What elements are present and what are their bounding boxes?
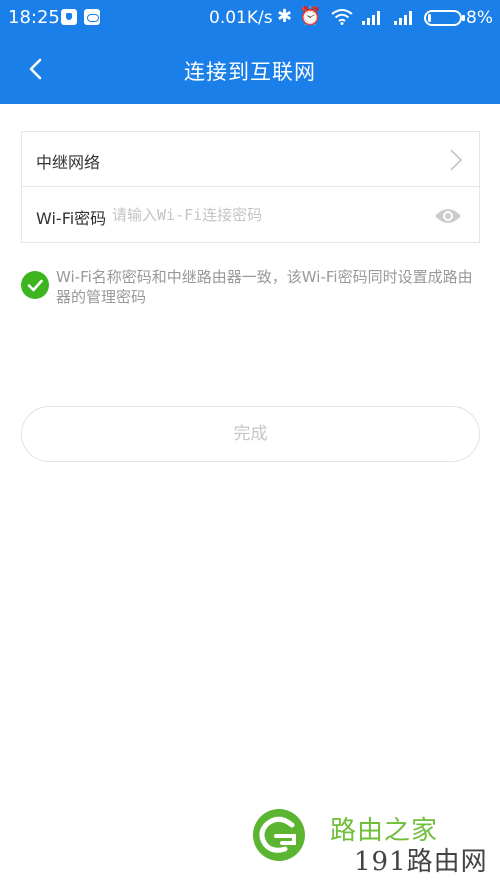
status-time: 18:25	[8, 7, 60, 28]
done-button[interactable]: 完成	[21, 406, 480, 462]
checkmark-icon	[27, 279, 43, 292]
shield-app-icon	[61, 9, 77, 25]
sync-password-note: Wi-Fi名称密码和中继路由器一致，该Wi-Fi密码同时设置成路由器的管理密码	[56, 268, 473, 306]
sync-password-checkbox[interactable]	[21, 271, 49, 299]
app-header: 18:25 0.01K/s ✱ ⏰ 8% 连接到互联网	[0, 0, 500, 104]
eye-icon[interactable]	[434, 206, 462, 226]
page-title: 连接到互联网	[184, 60, 316, 84]
relay-network-row[interactable]: 中继网络	[22, 132, 479, 187]
router-home-logo	[253, 809, 305, 861]
status-bar: 18:25 0.01K/s ✱ ⏰ 8%	[0, 0, 500, 34]
wifi-icon	[331, 9, 353, 25]
relay-network-label: 中继网络	[36, 153, 101, 172]
alarm-icon: ⏰	[299, 6, 322, 27]
battery-icon	[424, 10, 465, 26]
battery-level	[428, 14, 431, 22]
cloud-app-icon	[84, 9, 100, 25]
signal-icon	[362, 11, 384, 25]
wifi-password-label: Wi-Fi密码	[36, 209, 107, 228]
bluetooth-icon: ✱	[277, 6, 293, 27]
signal-icon	[394, 11, 416, 25]
network-speed: 0.01K/s	[209, 8, 273, 28]
settings-card: 中继网络 Wi-Fi密码	[21, 131, 480, 243]
chevron-right-icon	[450, 149, 463, 171]
watermark-site-domain: 191路由网	[354, 847, 488, 877]
wifi-password-input[interactable]	[112, 200, 412, 230]
battery-percent: 8%	[466, 8, 493, 28]
wifi-password-row: Wi-Fi密码	[22, 188, 479, 243]
